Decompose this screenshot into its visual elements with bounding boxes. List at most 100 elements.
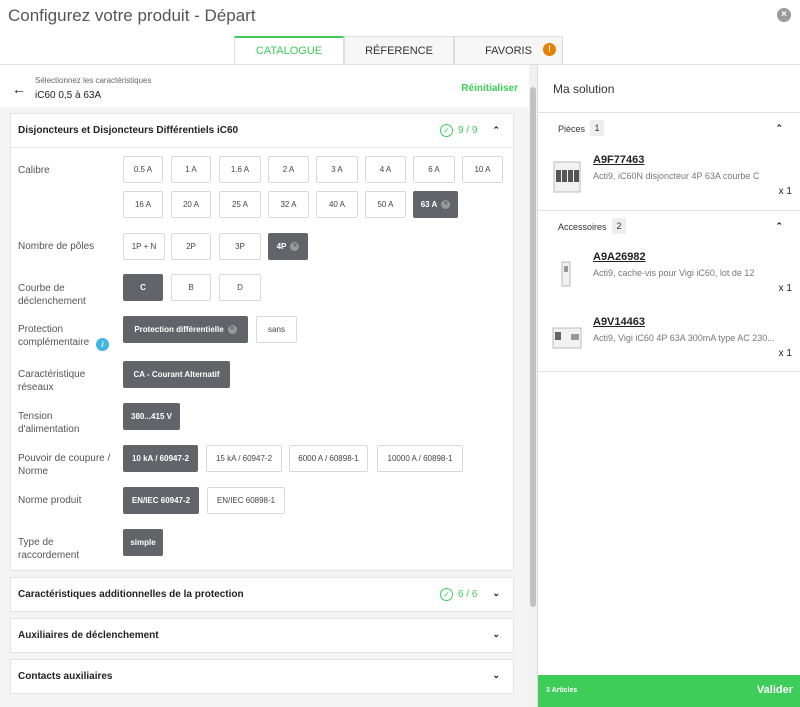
poles-option[interactable]: 1P + N — [123, 233, 165, 260]
poles-label: Nombre de pôles — [18, 241, 95, 252]
chevron-down-icon[interactable]: ⌄ — [492, 629, 500, 640]
section-auxiliaires-declenchement[interactable]: Auxiliaires de déclenchement ⌄ — [10, 618, 514, 653]
raccordement-label: Type de raccordement — [18, 537, 80, 561]
pieces-count-badge: 1 — [590, 120, 604, 136]
tab-favoris-label: FAVORIS — [485, 45, 532, 57]
calibre-option[interactable]: 20 A — [171, 191, 211, 218]
item-quantity: x 1 — [778, 186, 792, 197]
calibre-option[interactable]: 2 A — [268, 156, 309, 183]
calibre-option[interactable]: 16 A — [123, 191, 163, 218]
reset-button[interactable]: Réinitialiser — [461, 83, 518, 94]
tension-label: Tension d'alimentation — [18, 411, 80, 435]
articles-count: 3 Articles — [546, 687, 578, 694]
poles-option[interactable]: 3P — [219, 233, 261, 260]
section-title: Caractéristiques additionnelles de la pr… — [18, 589, 244, 600]
item-quantity: x 1 — [778, 348, 792, 359]
remove-icon[interactable]: ✕ — [441, 200, 451, 210]
pouvoir-option[interactable]: 6000 A / 60898-1 — [289, 445, 368, 472]
divider — [538, 210, 800, 211]
configurator-panel: ← Sélectionnez les caractéristiques i C 60… — [0, 65, 537, 707]
arrow-left-icon[interactable]: ← — [12, 81, 26, 97]
item-description: Acti9, cache-vis pour Vigi iC60, lot de … — [593, 268, 755, 278]
item-description: Acti9, iC60N disjoncteur 4P 63A courbe C — [593, 171, 760, 181]
remove-icon[interactable]: ✕ — [227, 325, 237, 335]
pouvoir-option[interactable]: 15 kA / 60947-2 — [206, 445, 282, 472]
solution-footer: 3 Articles Valider — [538, 675, 800, 707]
protection-option-selected[interactable]: Protection différentielle ✕ — [123, 316, 248, 343]
item-reference-link[interactable]: A9A26982 — [593, 251, 646, 263]
option-label: 63 A — [420, 200, 438, 209]
calibre-option[interactable]: 1 A — [171, 156, 211, 183]
scrollbar-thumb[interactable] — [530, 87, 536, 607]
accessoires-count-badge: 2 — [612, 218, 626, 234]
pouvoir-label: Pouvoir de coupure / Norme — [18, 453, 111, 477]
item-description: Acti9, Vigi iC60 4P 63A 300mA type AC 23… — [593, 333, 775, 343]
tab-favoris[interactable]: FAVORIS ! — [454, 36, 563, 65]
calibre-option[interactable]: 6 A — [413, 156, 455, 183]
solution-panel: Ma solution Pièces 1 ⌃ A9F77463 Acti9, i… — [537, 65, 800, 707]
remove-icon[interactable]: ✕ — [290, 242, 300, 252]
product-thumbnail-cover — [561, 261, 571, 287]
product-thumbnail-vigi — [552, 327, 582, 349]
pieces-label: Pièces — [558, 124, 586, 134]
calibre-label: Calibre — [18, 165, 50, 176]
calibre-option[interactable]: 0.5 A — [123, 156, 163, 183]
chevron-down-icon[interactable]: ⌄ — [492, 588, 500, 599]
accessoires-label: Accessoires — [558, 222, 607, 232]
section-title: Disjoncteurs et Disjoncteurs Différentie… — [18, 125, 239, 136]
norme-option[interactable]: EN/IEC 60898-1 — [207, 487, 285, 514]
chevron-up-icon[interactable]: ⌃ — [775, 221, 783, 232]
courbe-option[interactable]: D — [219, 274, 261, 301]
section-header[interactable]: Disjoncteurs et Disjoncteurs Différentie… — [11, 114, 513, 148]
item-quantity: x 1 — [778, 283, 792, 294]
page-title: Configurez votre produit - Départ — [8, 6, 256, 25]
product-thumbnail-breaker — [553, 161, 581, 193]
calibre-option-selected[interactable]: 63 A ✕ — [413, 191, 458, 218]
option-label: 4P — [276, 242, 287, 251]
calibre-option[interactable]: 3 A — [316, 156, 358, 183]
calibre-option[interactable]: 10 A — [462, 156, 503, 183]
tab-bar: CATALOGUE RÉFERENCE FAVORIS ! — [234, 36, 563, 65]
close-icon[interactable]: × — [777, 8, 791, 22]
header: Configurez votre produit - Départ × — [0, 0, 800, 36]
item-reference-link[interactable]: A9F77463 — [593, 154, 644, 166]
pouvoir-option[interactable]: 10000 A / 60898-1 — [377, 445, 463, 472]
calibre-option[interactable]: 25 A — [219, 191, 261, 218]
check-circle-icon: ✓ — [440, 124, 453, 137]
calibre-option[interactable]: 40 A — [316, 191, 358, 218]
validate-button[interactable]: Valider — [757, 684, 793, 696]
chevron-down-icon[interactable]: ⌄ — [492, 670, 500, 681]
scrollbar[interactable] — [529, 65, 537, 707]
tension-option-selected[interactable]: 380...415 V — [123, 403, 180, 430]
protection-option[interactable]: sans — [256, 316, 297, 343]
chevron-up-icon[interactable]: ⌃ — [775, 123, 783, 134]
calibre-option[interactable]: 1.6 A — [219, 156, 261, 183]
tab-reference[interactable]: RÉFERENCE — [344, 36, 454, 65]
norme-option-selected[interactable]: EN/IEC 60947-2 — [123, 487, 199, 514]
section-count: 6 / 6 — [458, 589, 478, 600]
calibre-option[interactable]: 50 A — [365, 191, 406, 218]
section-contacts-auxiliaires[interactable]: Contacts auxiliaires ⌄ — [10, 659, 514, 694]
reseau-label: Caractéristique réseaux — [18, 369, 86, 393]
courbe-label: Courbe de déclenchement — [18, 283, 86, 307]
pouvoir-option-selected[interactable]: 10 kA / 60947-2 — [123, 445, 198, 472]
tab-catalogue[interactable]: CATALOGUE — [234, 36, 344, 65]
calibre-option[interactable]: 32 A — [268, 191, 309, 218]
poles-option-selected[interactable]: 4P ✕ — [268, 233, 308, 260]
breadcrumb: ← Sélectionnez les caractéristiques iC60… — [0, 65, 537, 107]
breadcrumb-subtitle: Sélectionnez les caractéristiques — [35, 76, 152, 85]
calibre-option[interactable]: 4 A — [365, 156, 406, 183]
reseau-option-selected[interactable]: CA - Courant Alternatif — [123, 361, 230, 388]
protection-label: Protection complémentaire — [18, 324, 90, 348]
chevron-up-icon[interactable]: ⌃ — [492, 125, 500, 136]
courbe-option-selected[interactable]: C — [123, 274, 163, 301]
section-caracteristiques[interactable]: Caractéristiques additionnelles de la pr… — [10, 577, 514, 612]
poles-option[interactable]: 2P — [171, 233, 211, 260]
raccordement-option-selected[interactable]: simple — [123, 529, 163, 556]
section-count: 9 / 9 — [458, 125, 478, 136]
check-circle-icon: ✓ — [440, 588, 453, 601]
item-reference-link[interactable]: A9V14463 — [593, 316, 645, 328]
info-icon[interactable]: i — [96, 338, 109, 351]
courbe-option[interactable]: B — [171, 274, 211, 301]
divider — [538, 371, 800, 372]
